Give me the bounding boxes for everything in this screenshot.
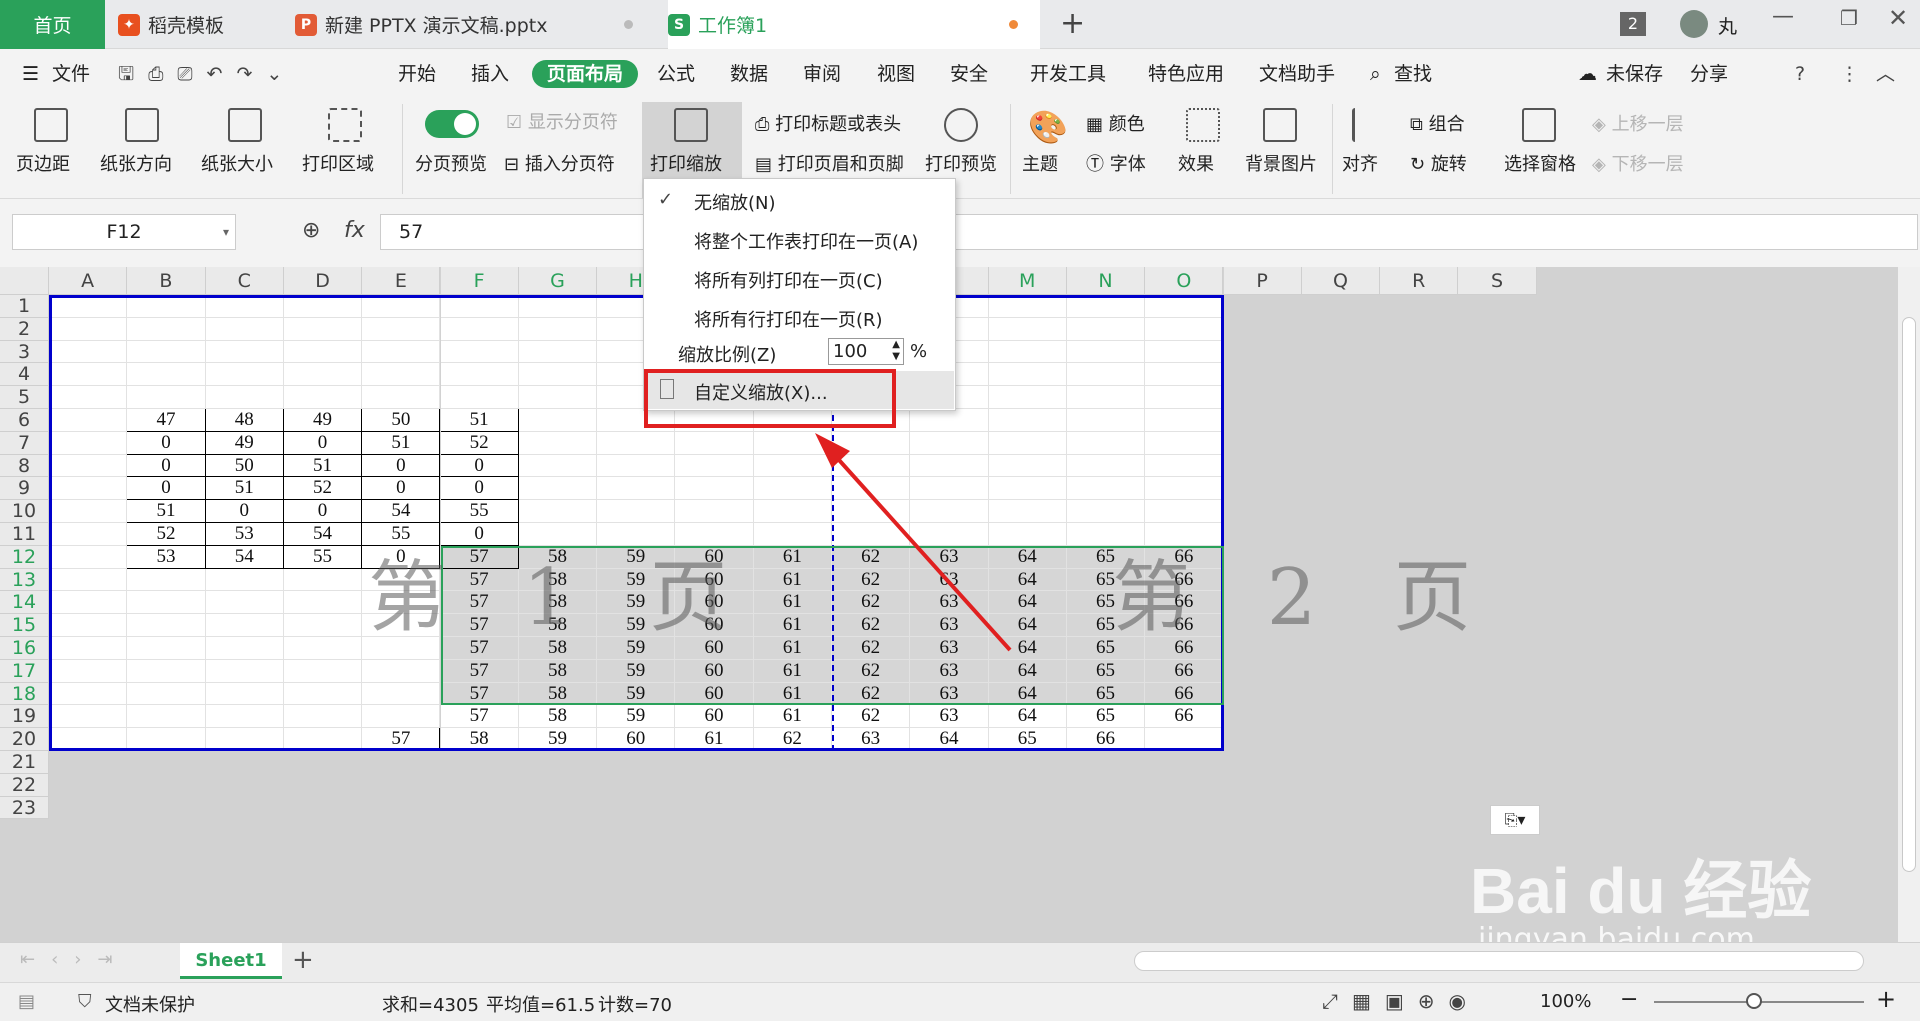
shield-icon: ⛉ [78,991,92,1012]
status-sum: 求和=4305 [382,995,479,1016]
zoom-level[interactable]: 100% [1540,991,1591,1012]
sheet-nav-arrows-icon[interactable]: ⇤‹›⇥ [20,949,129,970]
arrow-line [828,448,1012,652]
sheet-tab-bar: ⇤‹›⇥ Sheet1 + [0,942,1920,982]
arrow-head-icon [815,433,850,468]
sheet-tab-sheet1[interactable]: Sheet1 [180,943,282,979]
status-count: 计数=70 [598,995,672,1016]
zoom-slider-thumb[interactable] [1746,993,1762,1009]
paste-options-icon[interactable]: ⎘▾ [1490,805,1540,835]
zoom-out-icon[interactable]: − [1620,987,1638,1012]
status-bar: ▤ ⛉ 文档未保护 求和=4305 平均值=61.5 计数=70 ⤢▦▣⊕◉ 1… [0,982,1920,1021]
document-icon: ▤ [18,991,36,1012]
view-mode-icons[interactable]: ⤢▦▣⊕◉ [1322,989,1480,1013]
wps-spreadsheet-window: 首页 ✦ 稻壳模板 P 新建 PPTX 演示文稿.pptx S 工作簿1 + 2 丸 … [0,0,1920,1021]
baidu-logo: Bai du 经验 [1470,855,1812,927]
zoom-in-icon[interactable]: + [1876,985,1896,1013]
add-sheet-button[interactable]: + [292,945,314,975]
horizontal-scrollbar[interactable] [1134,951,1864,971]
protection-status[interactable]: 文档未保护 [105,991,195,1017]
status-average: 平均值=61.5 [486,995,596,1016]
